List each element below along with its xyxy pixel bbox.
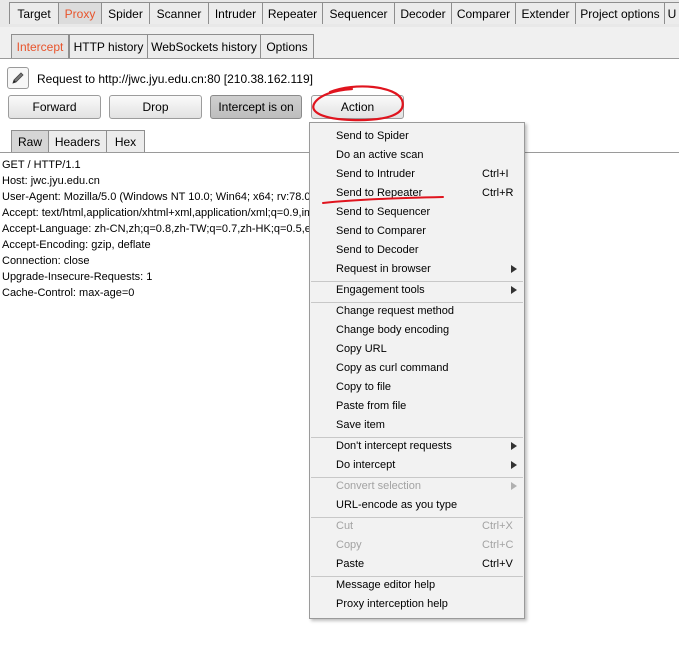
request-line: Accept: text/html,application/xhtml+xml,… xyxy=(2,207,320,219)
view-tab-hex[interactable]: Hex xyxy=(106,130,145,153)
menu-copy-as-curl[interactable]: Copy as curl command xyxy=(310,359,524,378)
forward-button[interactable]: Forward xyxy=(8,95,101,119)
menu-proxy-interception-help[interactable]: Proxy interception help xyxy=(310,595,524,614)
view-tab-headers[interactable]: Headers xyxy=(48,130,107,153)
menu-save-item[interactable]: Save item xyxy=(310,416,524,435)
request-target-label: Request to http://jwc.jyu.edu.cn:80 [210… xyxy=(37,72,313,86)
subtab-websockets-history[interactable]: WebSockets history xyxy=(147,34,261,58)
menu-copy-url[interactable]: Copy URL xyxy=(310,340,524,359)
menu-send-to-spider[interactable]: Send to Spider xyxy=(310,127,524,146)
menu-send-to-comparer[interactable]: Send to Comparer xyxy=(310,222,524,241)
menu-change-request-method[interactable]: Change request method xyxy=(310,302,524,321)
request-line: User-Agent: Mozilla/5.0 (Windows NT 10.0… xyxy=(2,191,311,203)
top-tab-bar: Target Proxy Spider Scanner Intruder Rep… xyxy=(0,0,679,28)
tab-decoder[interactable]: Decoder xyxy=(394,2,452,24)
tab-target[interactable]: Target xyxy=(9,2,59,24)
request-line: Upgrade-Insecure-Requests: 1 xyxy=(2,271,153,283)
tab-spider[interactable]: Spider xyxy=(101,2,150,24)
request-line: Connection: close xyxy=(2,255,90,267)
request-line: GET / HTTP/1.1 xyxy=(2,159,81,171)
view-tab-raw[interactable]: Raw xyxy=(11,130,49,153)
menu-send-to-repeater[interactable]: Send to Repeater Ctrl+R xyxy=(310,184,524,203)
menu-do-active-scan[interactable]: Do an active scan xyxy=(310,146,524,165)
submenu-arrow-icon xyxy=(511,482,517,490)
request-line: Cache-Control: max-age=0 xyxy=(2,287,135,299)
menu-send-to-decoder[interactable]: Send to Decoder xyxy=(310,241,524,260)
pencil-icon xyxy=(12,72,24,84)
menu-message-editor-help[interactable]: Message editor help xyxy=(310,576,524,595)
menu-url-encode-as-you-type[interactable]: URL-encode as you type xyxy=(310,496,524,515)
subtab-options[interactable]: Options xyxy=(260,34,314,58)
menu-change-body-encoding[interactable]: Change body encoding xyxy=(310,321,524,340)
menu-copy: Copy Ctrl+C xyxy=(336,539,514,551)
tab-project-options[interactable]: Project options xyxy=(575,2,665,24)
submenu-arrow-icon xyxy=(511,265,517,273)
action-context-menu: Send to Spider Do an active scan Send to… xyxy=(309,122,525,619)
menu-send-to-sequencer[interactable]: Send to Sequencer xyxy=(310,203,524,222)
tab-user-options[interactable]: U xyxy=(664,2,679,24)
menu-cut: Cut Ctrl+X xyxy=(336,520,513,532)
tab-scanner[interactable]: Scanner xyxy=(149,2,209,24)
request-line: Accept-Encoding: gzip, deflate xyxy=(2,239,151,251)
request-editor[interactable]: GET / HTTP/1.1 Host: jwc.jyu.edu.cn User… xyxy=(2,157,322,301)
tab-extender[interactable]: Extender xyxy=(515,2,576,24)
tab-comparer[interactable]: Comparer xyxy=(451,2,516,24)
menu-paste[interactable]: Paste Ctrl+V xyxy=(310,555,524,574)
intercept-toggle-button[interactable]: Intercept is on xyxy=(210,95,302,119)
tab-proxy[interactable]: Proxy xyxy=(58,2,102,24)
edit-request-button[interactable] xyxy=(7,67,29,89)
menu-dont-intercept[interactable]: Don't intercept requests xyxy=(310,437,524,456)
menu-copy-to-file[interactable]: Copy to file xyxy=(310,378,524,397)
subtab-divider xyxy=(0,58,679,59)
menu-request-in-browser[interactable]: Request in browser xyxy=(310,260,524,279)
subtab-http-history[interactable]: HTTP history xyxy=(69,34,148,58)
tab-sequencer[interactable]: Sequencer xyxy=(322,2,395,24)
menu-convert-selection: Convert selection xyxy=(310,477,524,496)
action-button[interactable]: Action xyxy=(311,95,404,119)
menu-paste-from-file[interactable]: Paste from file xyxy=(310,397,524,416)
drop-button[interactable]: Drop xyxy=(109,95,202,119)
menu-do-intercept[interactable]: Do intercept xyxy=(310,456,524,475)
request-line: Host: jwc.jyu.edu.cn xyxy=(2,175,100,187)
subtab-intercept[interactable]: Intercept xyxy=(11,34,69,58)
menu-engagement-tools[interactable]: Engagement tools xyxy=(310,281,524,300)
tab-repeater[interactable]: Repeater xyxy=(262,2,323,24)
menu-send-to-intruder[interactable]: Send to Intruder Ctrl+I xyxy=(310,165,524,184)
submenu-arrow-icon xyxy=(511,286,517,294)
submenu-arrow-icon xyxy=(511,442,517,450)
request-line: Accept-Language: zh-CN,zh;q=0.8,zh-TW;q=… xyxy=(2,223,311,235)
submenu-arrow-icon xyxy=(511,461,517,469)
tab-intruder[interactable]: Intruder xyxy=(208,2,263,24)
